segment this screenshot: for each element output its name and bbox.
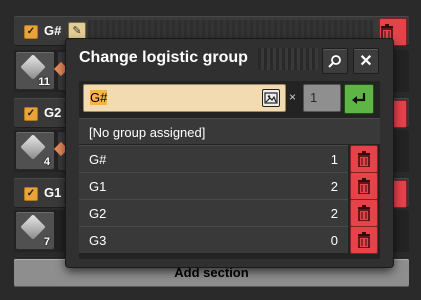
group-name-input[interactable]: G# (83, 84, 286, 112)
group-count: 0 (330, 233, 338, 248)
delete-group-button[interactable] (350, 226, 378, 254)
group-name: G1 (89, 179, 107, 194)
dialog-body: G# × 1 [No group assigned] G# 1 G1 2 G2 … (79, 81, 380, 259)
multiplier-symbol: × (289, 90, 297, 104)
group-row[interactable]: G2 2 (79, 199, 348, 226)
edit-icon[interactable]: ✎ (68, 22, 86, 40)
trash-icon (358, 151, 370, 167)
group-name: G# (89, 152, 107, 167)
enter-icon (352, 93, 366, 104)
section-name: G1 (44, 185, 62, 200)
section-name: G2 (44, 105, 62, 120)
group-name: G2 (89, 206, 107, 221)
section-checkbox[interactable]: ✓ (24, 25, 38, 39)
section-checkbox[interactable]: ✓ (24, 107, 38, 121)
close-icon: ✕ (359, 53, 373, 70)
trash-icon (358, 205, 370, 221)
group-name: G3 (89, 233, 107, 248)
group-count: 1 (330, 152, 338, 167)
section-name: G# (44, 23, 62, 38)
search-button[interactable] (322, 48, 348, 74)
group-count: 2 (330, 206, 338, 221)
group-count: 2 (330, 179, 338, 194)
change-logistic-group-dialog: Change logistic group ✕ G# × 1 [No group… (66, 39, 393, 267)
item-count: 7 (43, 236, 50, 248)
close-button[interactable]: ✕ (353, 48, 379, 74)
item-count: 4 (43, 156, 50, 168)
section-checkbox[interactable]: ✓ (24, 187, 38, 201)
item-slot[interactable]: 4 (16, 132, 54, 170)
image-icon[interactable] (262, 89, 280, 107)
group-row[interactable]: G1 2 (79, 172, 348, 199)
item-slot[interactable]: 11 (16, 52, 54, 90)
search-icon (328, 55, 341, 68)
group-row[interactable]: G# 1 (79, 145, 348, 172)
trash-icon (358, 178, 370, 194)
delete-group-button[interactable] (350, 172, 378, 200)
trash-icon (358, 232, 370, 248)
item-icon (20, 214, 46, 240)
item-slot[interactable]: 7 (16, 212, 54, 250)
trash-icon (381, 24, 393, 40)
group-row[interactable]: G3 0 (79, 226, 348, 253)
dialog-drag-handle[interactable] (258, 48, 318, 70)
multiplier-input[interactable]: 1 (303, 84, 341, 112)
no-group-option[interactable]: [No group assigned] (79, 118, 380, 144)
group-name-value: G# (90, 90, 108, 105)
item-count: 11 (38, 76, 50, 88)
item-icon (20, 134, 46, 160)
no-group-label: [No group assigned] (89, 125, 206, 140)
delete-group-button[interactable] (350, 145, 378, 173)
confirm-button[interactable] (344, 84, 374, 114)
dialog-title: Change logistic group (79, 49, 248, 66)
delete-group-button[interactable] (350, 199, 378, 227)
